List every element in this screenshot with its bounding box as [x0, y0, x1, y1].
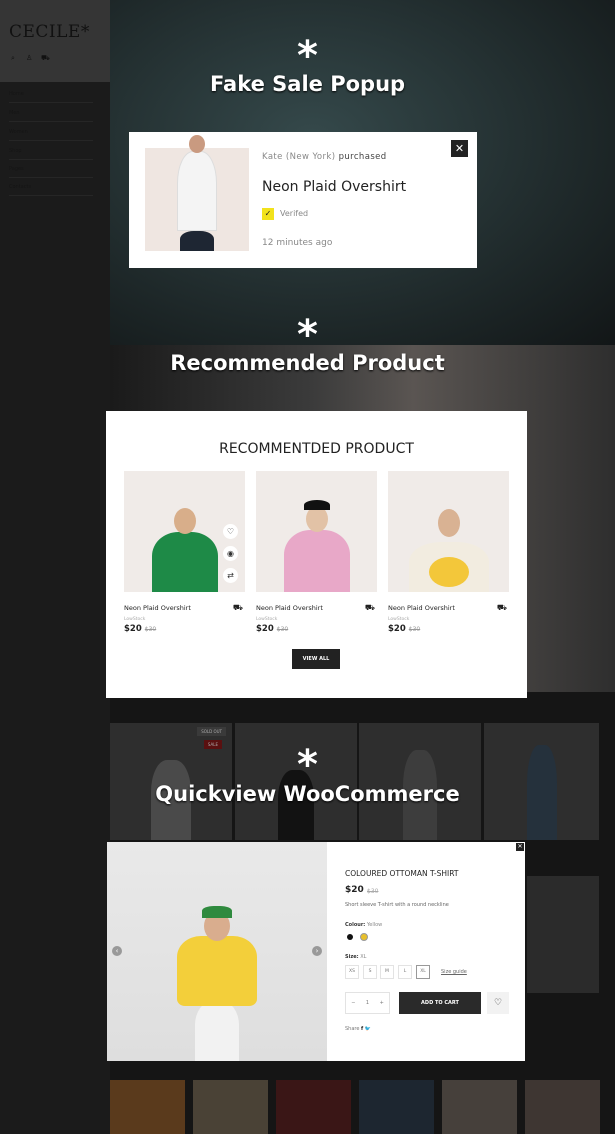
size-label: Size:: [345, 954, 359, 960]
product-card[interactable]: Neon Plaid Overshirt ⛟ LowStock $20 $30: [388, 471, 509, 634]
price: $20: [256, 624, 274, 634]
quickview-old-price: $30: [367, 888, 379, 895]
old-price: $30: [408, 626, 421, 633]
add-to-cart-button[interactable]: ADD TO CART: [399, 992, 481, 1014]
quickview-title: COLOURED OTTOMAN T-SHIRT: [345, 869, 459, 878]
recommended-title: RECOMMENTDED PRODUCT: [219, 441, 414, 457]
nav-shop[interactable]: Shop: [9, 141, 93, 160]
popup-time: 12 minutes ago: [262, 238, 333, 248]
asterisk-icon: *: [297, 312, 318, 358]
price: $20: [388, 624, 406, 634]
compare-icon[interactable]: ⇄: [223, 568, 238, 583]
colour-swatch-yellow[interactable]: [360, 933, 368, 941]
buyer-name: Kate (New York): [262, 152, 336, 162]
facebook-icon[interactable]: f: [361, 1026, 363, 1032]
eye-icon[interactable]: ◉: [223, 546, 238, 561]
product-name[interactable]: Neon Plaid Overshirt: [388, 604, 509, 612]
size-guide-link[interactable]: Size guide: [441, 969, 467, 975]
nav-contacts[interactable]: Contacts: [9, 177, 93, 196]
size-m[interactable]: M: [380, 965, 394, 979]
product-image[interactable]: [388, 471, 509, 592]
product-image: [145, 135, 249, 251]
product-price: $20 $30: [124, 624, 245, 634]
quickview-modal: ‹ › ✕ COLOURED OTTOMAN T-SHIRT $20 $30 S…: [107, 842, 525, 1061]
old-price: $30: [144, 626, 157, 633]
cart-icon[interactable]: ⛟: [365, 603, 375, 613]
close-icon[interactable]: ✕: [516, 843, 524, 851]
product-image[interactable]: [256, 471, 377, 592]
buyer-text: Kate (New York) purchased: [262, 152, 387, 162]
nav-men[interactable]: Men: [9, 103, 93, 122]
fake-sale-popup: Kate (New York) purchased Neon Plaid Ove…: [129, 132, 477, 268]
thumbnail[interactable]: [110, 1080, 185, 1134]
stock-status: LowStock: [388, 617, 410, 622]
verified-label: Verifed: [280, 209, 309, 218]
popup-product-name[interactable]: Neon Plaid Overshirt: [262, 179, 406, 195]
size-xl[interactable]: XL: [416, 965, 430, 979]
recommended-panel: RECOMMENTDED PRODUCT ♡ ◉ ⇄ Neon Plaid Ov…: [106, 411, 527, 698]
quickview-description: Short sleeve T-shirt with a round neckli…: [345, 902, 449, 908]
section-title-recommended: Recommended Product: [170, 351, 445, 375]
section-title-quickview: Quickview WooCommerce: [155, 782, 460, 806]
thumbnail[interactable]: [525, 1080, 600, 1134]
size-s[interactable]: S: [363, 965, 377, 979]
price: $20: [124, 624, 142, 634]
product-image[interactable]: ♡ ◉ ⇄: [124, 471, 245, 592]
size-xs[interactable]: XS: [345, 965, 359, 979]
section-title-fake-sale: Fake Sale Popup: [209, 72, 406, 96]
prev-arrow-icon[interactable]: ‹: [112, 946, 122, 956]
nav-pages[interactable]: Pages: [9, 159, 93, 178]
product-card[interactable]: Neon Plaid Overshirt ⛟ LowStock $20 $30: [256, 471, 377, 634]
share-label: Share: [345, 1026, 360, 1032]
sold-out-badge: SOLD OUT: [197, 727, 226, 736]
thumbnail[interactable]: [442, 1080, 517, 1134]
stock-status: LowStock: [124, 617, 146, 622]
grid-product-card[interactable]: [527, 876, 599, 993]
thumbnail[interactable]: [359, 1080, 434, 1134]
product-card[interactable]: ♡ ◉ ⇄ Neon Plaid Overshirt ⛟ LowStock $2…: [124, 471, 245, 634]
next-arrow-icon[interactable]: ›: [312, 946, 322, 956]
colour-label: Colour:: [345, 922, 366, 928]
nav-women[interactable]: Women: [9, 122, 93, 141]
view-all-button[interactable]: VIEW ALL: [292, 649, 340, 669]
close-icon[interactable]: ✕: [451, 140, 468, 157]
buyer-action: purchased: [338, 152, 387, 162]
thumbnail[interactable]: [276, 1080, 351, 1134]
quantity-stepper[interactable]: − 1 +: [345, 992, 390, 1014]
product-name[interactable]: Neon Plaid Overshirt: [124, 604, 245, 612]
check-icon: ✓: [262, 208, 274, 220]
heart-icon[interactable]: ♡: [223, 524, 238, 539]
quickview-image: ‹ ›: [107, 842, 327, 1061]
old-price: $30: [276, 626, 289, 633]
wishlist-heart-icon[interactable]: ♡: [487, 992, 509, 1014]
quantity-value[interactable]: 1: [366, 1000, 369, 1006]
size-value: XL: [360, 954, 367, 960]
twitter-icon[interactable]: 🐦: [365, 1026, 371, 1032]
colour-value: Yellow: [366, 922, 383, 928]
cart-icon[interactable]: ⛟: [497, 603, 507, 613]
cart-icon[interactable]: ⛟: [233, 603, 243, 613]
stock-status: LowStock: [256, 617, 278, 622]
thumbnail[interactable]: [193, 1080, 268, 1134]
asterisk-icon: *: [297, 742, 318, 788]
asterisk-icon: *: [297, 33, 318, 79]
product-price: $20 $30: [256, 624, 377, 634]
product-price: $20 $30: [388, 624, 509, 634]
quickview-price: $20: [345, 885, 364, 895]
colour-swatch-black[interactable]: [347, 934, 353, 940]
product-name[interactable]: Neon Plaid Overshirt: [256, 604, 377, 612]
size-l[interactable]: L: [398, 965, 412, 979]
plus-icon[interactable]: +: [380, 1000, 384, 1006]
minus-icon[interactable]: −: [351, 1000, 355, 1006]
